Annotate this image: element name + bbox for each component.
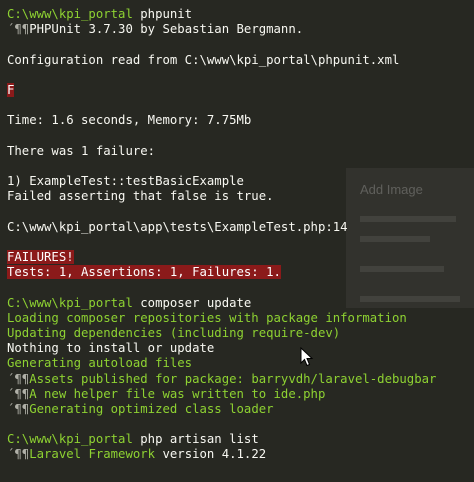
prompt-path: C:\www\kpi_portal: [7, 7, 133, 21]
prompt-line: C:\www\kpi_portal composer update: [7, 296, 474, 311]
output-line: Generating autoload files: [7, 356, 193, 371]
output-line: ´¶¶A new helper file was written to ide.…: [7, 386, 326, 401]
output-marker: ´¶¶: [7, 447, 30, 462]
terminal-output[interactable]: C:\www\kpi_portal phpunit ´¶¶PHPUnit 3.7…: [7, 7, 474, 463]
command-text: composer update: [140, 295, 252, 310]
output-line: C:\www\kpi_portal\app\tests\ExampleTest.…: [7, 219, 348, 234]
test-progress: F: [7, 82, 474, 98]
output-line: ´¶¶PHPUnit 3.7.30 by Sebastian Bergmann.: [7, 22, 304, 37]
output-line: ´¶¶Assets published for package: barryvd…: [7, 371, 437, 386]
prompt-line: C:\www\kpi_portal phpunit: [7, 7, 474, 22]
mouse-pointer-icon: [300, 347, 314, 367]
failures-summary: Tests: 1, Assertions: 1, Failures: 1.: [7, 265, 281, 280]
output-marker: ´¶¶: [7, 371, 30, 386]
output-line: Loading composer repositories with packa…: [7, 310, 407, 325]
failure-indicator: F: [7, 82, 15, 97]
output-line: ´¶¶Generating optimized class loader: [7, 401, 274, 416]
output-marker: ´¶¶: [7, 386, 30, 401]
output-line: Updating dependencies (including require…: [7, 325, 341, 340]
output-line: Nothing to install or update: [7, 341, 215, 356]
output-marker: ´¶¶: [7, 401, 30, 416]
failures-header: FAILURES!: [7, 250, 74, 264]
output-marker: ´¶¶: [7, 22, 30, 37]
prompt-path: C:\www\kpi_portal: [7, 432, 133, 447]
command-text: php artisan list: [140, 432, 259, 447]
output-line: 1) ExampleTest::testBasicExample: [7, 174, 244, 189]
output-line: There was 1 failure:: [7, 143, 156, 158]
command-text: phpunit: [140, 7, 193, 21]
output-line: Configuration read from C:\www\kpi_porta…: [7, 52, 400, 67]
output-line: Failed asserting that false is true.: [7, 189, 274, 204]
prompt-path: C:\www\kpi_portal: [7, 295, 133, 310]
output-line: ´¶¶Laravel Framework version 4.1.22: [7, 447, 267, 462]
output-line: Time: 1.6 seconds, Memory: 7.75Mb: [7, 113, 252, 128]
prompt-line: C:\www\kpi_portal php artisan list: [7, 432, 474, 447]
